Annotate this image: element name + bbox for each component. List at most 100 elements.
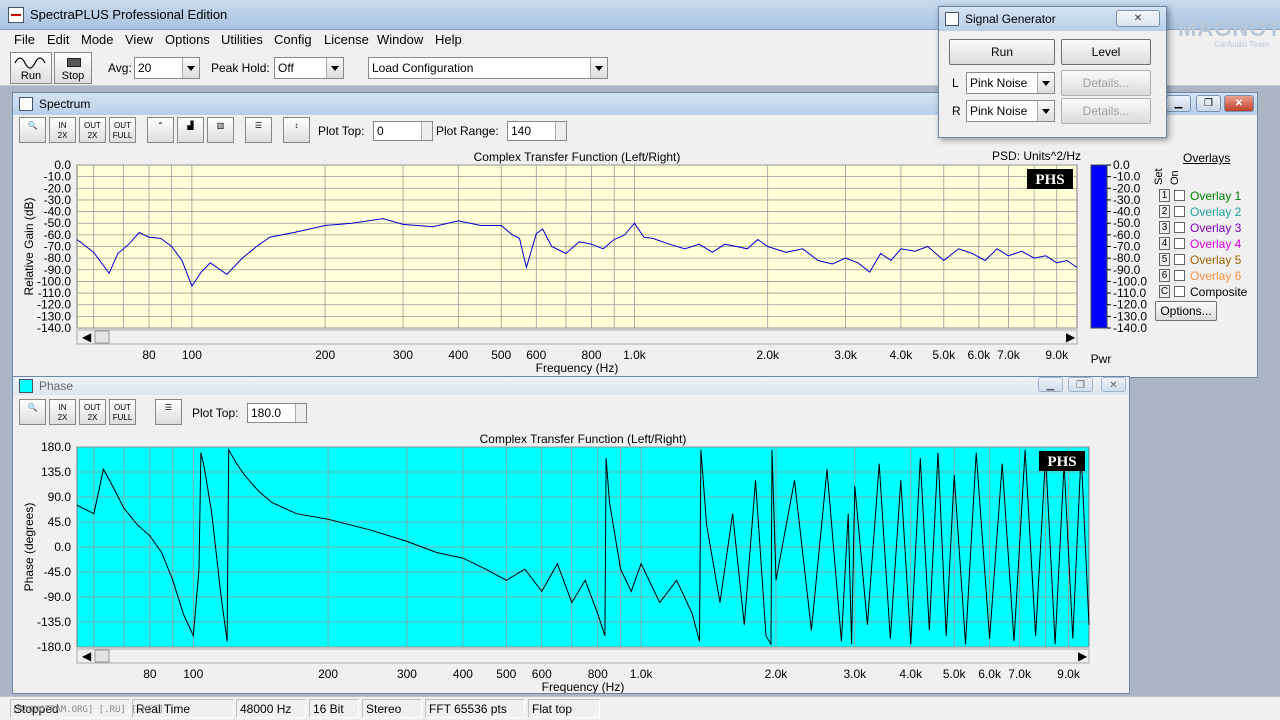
overlay-checkbox[interactable] bbox=[1174, 270, 1185, 281]
minimize-button[interactable]: ▁ bbox=[1038, 377, 1063, 392]
menu-edit[interactable]: Edit bbox=[47, 32, 69, 47]
peak-hold-select[interactable]: Off bbox=[274, 57, 344, 79]
close-button[interactable]: ✕ bbox=[1101, 377, 1126, 392]
line-plot-icon[interactable]: ⌃ bbox=[147, 117, 174, 143]
overlay-label: Overlay 2 bbox=[1190, 205, 1242, 219]
zoom-full-icon[interactable]: OUT FULL bbox=[109, 399, 136, 425]
overlay-row[interactable]: 6 Overlay 6 bbox=[1159, 269, 1259, 285]
menu-config[interactable]: Config bbox=[274, 32, 312, 47]
x-tick-label: 500 bbox=[491, 348, 511, 362]
menu-window[interactable]: Window bbox=[377, 32, 423, 47]
overlay-checkbox[interactable] bbox=[1174, 286, 1185, 297]
x-tick-label: 2.0k bbox=[765, 667, 789, 681]
y-tick-label: 180.0 bbox=[41, 440, 71, 454]
overlay-checkbox[interactable] bbox=[1174, 222, 1185, 233]
horizontal-scrollbar bbox=[76, 329, 1078, 345]
autoscale-icon[interactable]: ↕ bbox=[283, 117, 310, 143]
zoom-in-2x-icon[interactable]: IN 2X bbox=[49, 399, 76, 425]
overlay-row[interactable]: 2 Overlay 2 bbox=[1159, 205, 1259, 221]
menu-license[interactable]: License bbox=[324, 32, 369, 47]
siggen-run-button[interactable]: Run bbox=[949, 39, 1055, 65]
plot-top-input[interactable]: 180.0 bbox=[247, 403, 307, 423]
on-label: On bbox=[1169, 170, 1181, 185]
scrollbar-thumb bbox=[94, 330, 110, 344]
overlay-row[interactable]: 1 Overlay 1 bbox=[1159, 189, 1259, 205]
zoom-in-2x-icon[interactable]: IN 2X bbox=[49, 117, 76, 143]
overlay-options-button[interactable]: Options... bbox=[1155, 301, 1217, 321]
x-tick-label: 2.0k bbox=[756, 348, 780, 362]
overlay-checkbox[interactable] bbox=[1174, 254, 1185, 265]
menu-options[interactable]: Options bbox=[165, 32, 210, 47]
phase-window-icon bbox=[19, 379, 33, 393]
status-bits: 16 Bit bbox=[309, 699, 359, 718]
plot-top-input[interactable]: 0 bbox=[373, 121, 433, 141]
zoom-full-icon[interactable]: OUT FULL bbox=[109, 117, 136, 143]
scroll-left-icon: ◀ bbox=[82, 649, 92, 663]
zoom-out-2x-icon[interactable]: OUT 2X bbox=[79, 117, 106, 143]
maximize-button[interactable]: ❐ bbox=[1196, 95, 1221, 112]
minimize-button[interactable]: ▁ bbox=[1166, 95, 1191, 112]
overlay-row[interactable]: C Composite bbox=[1159, 285, 1259, 301]
right-details-button[interactable]: Details... bbox=[1061, 98, 1151, 124]
plot-range-label: Plot Range: bbox=[436, 124, 499, 138]
menu-file[interactable]: File bbox=[14, 32, 35, 47]
overlay-row[interactable]: 5 Overlay 5 bbox=[1159, 253, 1259, 269]
status-rate: 48000 Hz bbox=[236, 699, 306, 718]
close-button[interactable]: ✕ bbox=[1116, 10, 1160, 27]
stop-button[interactable]: Stop bbox=[54, 52, 92, 84]
menu-help[interactable]: Help bbox=[435, 32, 462, 47]
plot-top-label: Plot Top: bbox=[318, 124, 365, 138]
scroll-right-icon: ▶ bbox=[1066, 330, 1076, 344]
maximize-button[interactable]: ❐ bbox=[1068, 377, 1093, 392]
run-button[interactable]: Run bbox=[10, 52, 52, 84]
avg-select[interactable]: 20 bbox=[134, 57, 200, 79]
overlay-set-button[interactable]: 6 bbox=[1159, 269, 1170, 282]
zoom-icon[interactable]: 🔍 bbox=[19, 399, 46, 425]
x-tick-label: 6.0k bbox=[967, 348, 991, 362]
overlay-set-button[interactable]: C bbox=[1159, 285, 1170, 298]
x-tick-label: 1.0k bbox=[630, 667, 654, 681]
properties-icon[interactable]: ☰ bbox=[155, 399, 182, 425]
bar-plot-icon[interactable]: ▟ bbox=[177, 117, 204, 143]
left-signal-select[interactable]: Pink Noise bbox=[966, 72, 1055, 94]
overlay-checkbox[interactable] bbox=[1174, 238, 1185, 249]
zoom-out-2x-icon[interactable]: OUT 2X bbox=[79, 399, 106, 425]
left-details-button[interactable]: Details... bbox=[1061, 70, 1151, 96]
y-tick-label: 90.0 bbox=[48, 490, 72, 504]
phase-chart: 180.0 135.0 90.0 45.0 0.0 -45.0 -90.0 -135.0 -18… bbox=[22, 432, 1090, 693]
x-tick-label: 100 bbox=[182, 348, 202, 362]
y-tick-label: -90.0 bbox=[44, 590, 72, 604]
x-tick-label: 9.0k bbox=[1045, 348, 1069, 362]
menu-view[interactable]: View bbox=[125, 32, 153, 47]
signal-generator-icon bbox=[945, 12, 959, 26]
x-tick-label: 3.0k bbox=[843, 667, 867, 681]
config-select[interactable]: Load Configuration bbox=[368, 57, 608, 79]
left-signal-value: Pink Noise bbox=[970, 76, 1028, 90]
overlay-label: Overlay 1 bbox=[1190, 189, 1242, 203]
menu-mode[interactable]: Mode bbox=[81, 32, 114, 47]
right-signal-select[interactable]: Pink Noise bbox=[966, 100, 1055, 122]
overlay-label: Overlay 3 bbox=[1190, 221, 1242, 235]
signal-generator-window: Signal Generator ✕ Run Level L Pink Nois… bbox=[938, 6, 1167, 138]
overlay-row[interactable]: 4 Overlay 4 bbox=[1159, 237, 1259, 253]
overlay-set-button[interactable]: 1 bbox=[1159, 189, 1170, 202]
chevron-down-icon bbox=[590, 58, 607, 78]
overlay-checkbox[interactable] bbox=[1174, 190, 1185, 201]
overlay-checkbox[interactable] bbox=[1174, 206, 1185, 217]
config-value: Load Configuration bbox=[372, 61, 474, 75]
close-button[interactable]: ✕ bbox=[1224, 95, 1254, 112]
spectrum-window-icon bbox=[19, 97, 33, 111]
properties-icon[interactable]: ☰ bbox=[245, 117, 272, 143]
plot-range-input[interactable]: 140 bbox=[507, 121, 567, 141]
overlay-set-button[interactable]: 2 bbox=[1159, 205, 1170, 218]
overlay-row[interactable]: 3 Overlay 3 bbox=[1159, 221, 1259, 237]
zoom-icon[interactable]: 🔍 bbox=[19, 117, 46, 143]
overlay-set-button[interactable]: 5 bbox=[1159, 253, 1170, 266]
octave-bar-icon[interactable]: ▥ bbox=[207, 117, 234, 143]
overlay-set-button[interactable]: 4 bbox=[1159, 237, 1170, 250]
menu-utilities[interactable]: Utilities bbox=[221, 32, 263, 47]
siggen-level-button[interactable]: Level bbox=[1061, 39, 1151, 65]
overlay-set-button[interactable]: 3 bbox=[1159, 221, 1170, 234]
phs-badge-text: PHS bbox=[1035, 172, 1064, 188]
y-tick-label: -140.0 bbox=[37, 321, 71, 335]
